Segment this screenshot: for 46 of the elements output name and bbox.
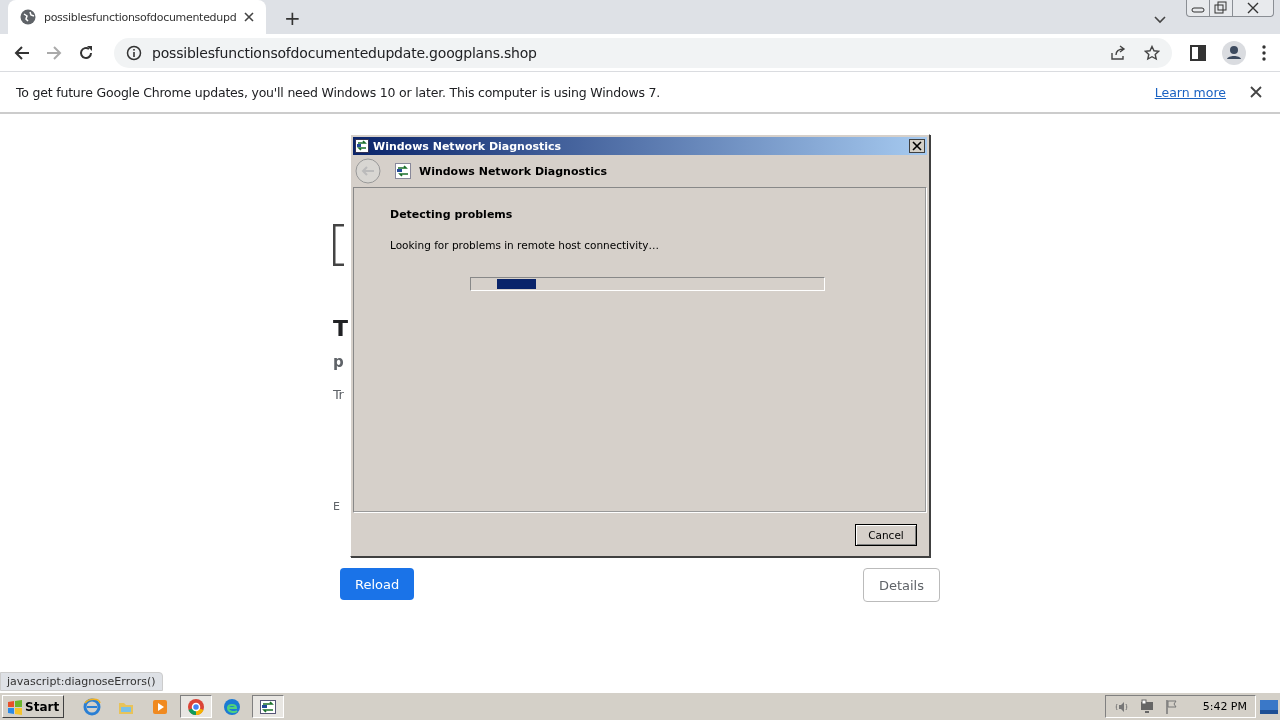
start-button[interactable]: Start [2,695,65,718]
tab-title: possiblesfunctionsofdocumentedupd [44,10,236,24]
edge-icon [223,697,242,716]
globe-icon [20,9,36,25]
taskbar-button[interactable] [252,695,285,718]
taskbar-button[interactable] [180,695,213,718]
close-icon[interactable] [244,12,254,22]
show-desktop-icon[interactable] [1260,699,1278,714]
network-diagnostics-icon [259,697,278,716]
details-button[interactable]: Details [862,568,940,602]
reload-icon[interactable] [78,44,94,61]
info-icon [126,44,142,61]
infobar-message: To get future Google Chrome updates, you'll need Windows 10 or later. This computer is using Windows 7. [16,84,661,100]
dialog-header-title: Windows Network Diagnostics [419,164,608,178]
page-subheading: p [333,353,344,371]
profile-icon[interactable] [1222,40,1246,65]
clock[interactable]: 5:42 PM [1202,700,1247,713]
menu-icon[interactable] [1262,44,1266,61]
play-icon [151,697,170,716]
chrome-icon [187,697,206,716]
close-icon[interactable] [909,139,925,153]
network-diagnostics-icon [355,139,369,153]
page-text: Tr [333,387,344,402]
status-url-tooltip: javascript:diagnoseErrors() [0,672,163,691]
chevron-down-icon[interactable] [1154,16,1166,24]
address-bar[interactable]: possiblesfunctionsofdocumentedupdate.googplans.shop [114,37,1172,68]
dialog-title: Windows Network Diagnostics [373,139,562,153]
url-text: possiblesfunctionsofdocumentedupdate.googplans.shop [152,44,537,61]
error-code: E [333,500,340,513]
page-heading: T [333,316,348,341]
star-icon[interactable] [1144,44,1160,61]
status-text: Looking for problems in remote host connectivity… [390,239,660,251]
network-diagnostics-icon [395,163,411,179]
side-panel-icon[interactable] [1190,44,1206,61]
reload-button[interactable]: Reload [340,568,415,600]
browser-tab[interactable]: possiblesfunctionsofdocumentedupd [8,0,266,34]
browser-e-icon [83,697,102,716]
share-icon[interactable] [1110,44,1126,61]
new-tab-button[interactable]: + [274,6,311,30]
close-icon[interactable] [1250,86,1262,98]
learn-more-link[interactable]: Learn more [1154,84,1226,100]
network-icon[interactable] [1138,698,1155,715]
section-title: Detecting problems [390,208,514,221]
back-icon[interactable] [14,44,30,61]
cancel-button[interactable]: Cancel [855,523,917,546]
windows-logo-icon [7,698,23,715]
